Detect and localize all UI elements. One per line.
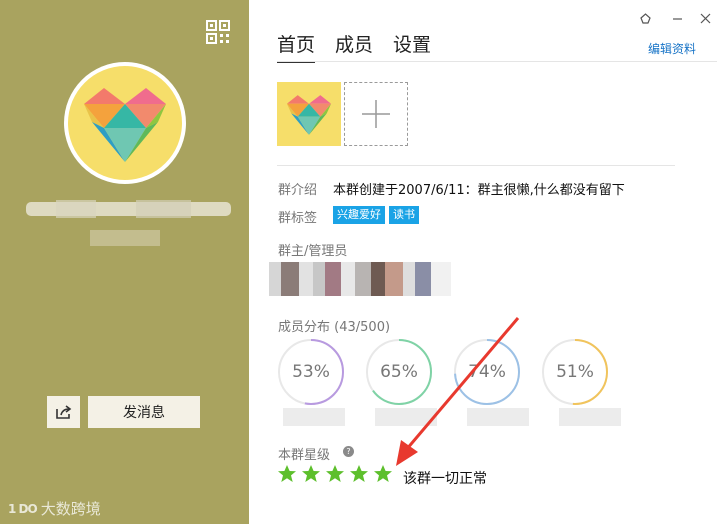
watermark-text: 大数跨境 [40, 500, 101, 518]
admin-label: 群主/管理员 [278, 244, 348, 259]
watermark: 1 DO 大数跨境 [8, 498, 101, 519]
distribution-circle[interactable]: 74% [453, 338, 521, 406]
admin-avatars-redacted [269, 262, 451, 296]
group-name-redacted [26, 200, 231, 218]
distribution-circle[interactable]: 51% [541, 338, 609, 406]
share-icon [55, 405, 71, 419]
star-icon [278, 465, 296, 482]
tag-list: 兴趣爱好 读书 [333, 206, 419, 224]
divider [277, 165, 675, 166]
star-icon [350, 465, 368, 482]
help-icon[interactable]: ? [343, 446, 354, 457]
rating-stars [277, 464, 393, 484]
heart-logo-icon [286, 95, 332, 135]
star-icon [326, 465, 344, 482]
heart-logo-icon [84, 88, 166, 162]
plus-icon [362, 100, 390, 128]
group-profile-panel: 发消息 1 DO 大数跨境 [0, 0, 249, 524]
distribution-percent: 53% [292, 362, 330, 382]
intro-value: 本群创建于2007/6/11：群主很懒,什么都没有留下 [333, 183, 625, 198]
tab-settings[interactable]: 设置 [393, 30, 431, 63]
distribution-circle[interactable]: 65% [365, 338, 433, 406]
distribution-circles: 53% 65% 74% 51% [277, 338, 609, 406]
edit-profile-link[interactable]: 编辑资料 [648, 40, 696, 57]
send-message-button[interactable]: 发消息 [88, 396, 200, 428]
share-button[interactable] [47, 396, 80, 428]
distribution-percent: 65% [380, 362, 418, 382]
tag-hobby[interactable]: 兴趣爱好 [333, 206, 385, 224]
distribution-percent: 74% [468, 362, 506, 382]
intro-label: 群介绍 [278, 183, 318, 198]
tags-label: 群标签 [278, 211, 318, 226]
add-photo-button[interactable] [344, 82, 408, 146]
tab-home[interactable]: 首页 [277, 30, 316, 63]
tag-reading[interactable]: 读书 [389, 206, 419, 224]
settings-icon[interactable] [635, 10, 655, 26]
tab-bar: 首页 成员 设置 [277, 30, 431, 63]
distribution-label: 成员分布 (43/500) [278, 316, 390, 335]
divider [277, 61, 717, 62]
watermark-logo: 1 DO [8, 501, 38, 516]
star-icon [302, 465, 320, 482]
minimize-icon[interactable] [667, 10, 687, 26]
close-icon[interactable] [695, 10, 715, 26]
group-avatar[interactable] [64, 62, 186, 184]
qr-code-icon[interactable] [206, 20, 230, 44]
group-photo-thumbnail[interactable] [277, 82, 341, 146]
avatar-image [68, 66, 182, 180]
group-detail-panel: 首页 成员 设置 编辑资料 群介绍 本群创建于2007/6/11：群主很懒,什么… [249, 0, 724, 524]
distribution-circle[interactable]: 53% [277, 338, 345, 406]
distribution-percent: 51% [556, 362, 594, 382]
rating-label: 本群星级 [278, 448, 331, 463]
distribution-labels-redacted [283, 408, 621, 426]
member-count: (43/500) [334, 320, 391, 335]
group-id-redacted [90, 230, 160, 246]
star-icon [374, 465, 392, 482]
rating-status: 该群一切正常 [403, 471, 487, 487]
tab-members[interactable]: 成员 [335, 30, 373, 63]
distribution-title: 成员分布 [278, 320, 331, 335]
